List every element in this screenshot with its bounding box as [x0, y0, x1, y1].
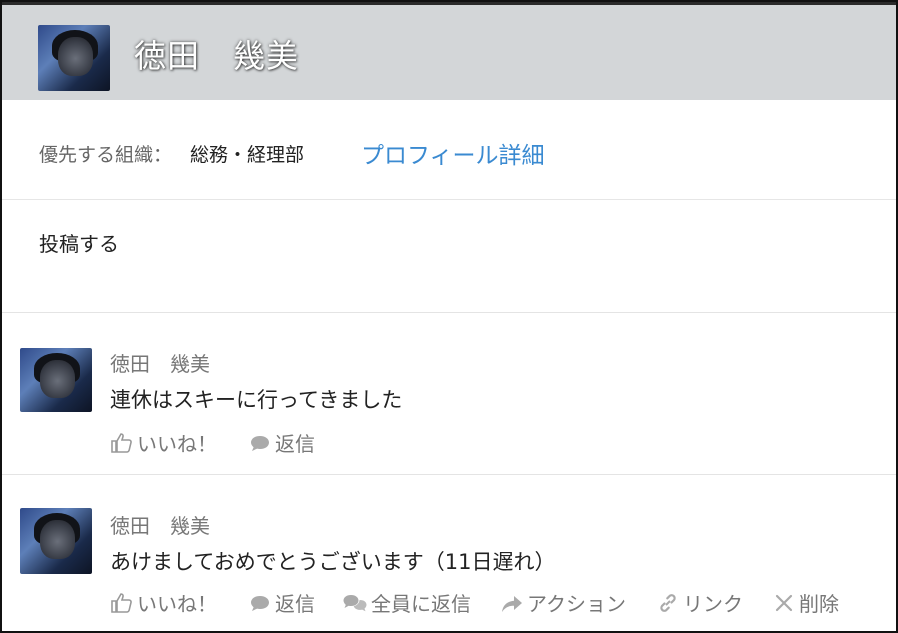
- feed-item: 徳田 幾美 連休はスキーに行ってきました いいね！ 返信: [2, 314, 896, 475]
- share-arrow-icon: [502, 595, 522, 612]
- thumbs-up-icon: [111, 592, 132, 613]
- like-button[interactable]: いいね！: [110, 588, 217, 617]
- reply-all-label: 全員に返信: [371, 592, 471, 616]
- like-button[interactable]: いいね！: [110, 428, 217, 457]
- chain-link-icon: [660, 593, 676, 612]
- reply-label: 返信: [275, 592, 315, 616]
- speech-bubble-icon: [251, 595, 269, 611]
- delete-button[interactable]: 削除: [772, 588, 839, 617]
- like-label: いいね！: [137, 432, 217, 456]
- author-avatar[interactable]: [20, 508, 92, 574]
- like-label: いいね！: [137, 592, 217, 616]
- profile-header: 徳田 幾美: [2, 2, 896, 100]
- profile-name: 徳田 幾美: [134, 37, 300, 75]
- org-label: 優先する組織：: [39, 144, 173, 166]
- reply-button[interactable]: 返信: [248, 588, 315, 617]
- profile-avatar[interactable]: [38, 25, 110, 91]
- speech-bubbles-icon: [343, 594, 367, 611]
- thumbs-up-icon: [111, 432, 132, 453]
- action-label: アクション: [527, 592, 626, 616]
- profile-page: 徳田 幾美 優先する組織： 総務・経理部 プロフィール詳細 投稿する 徳田 幾美…: [0, 0, 898, 633]
- organization-bar: 優先する組織： 総務・経理部 プロフィール詳細: [2, 100, 896, 200]
- action-button[interactable]: アクション: [500, 588, 626, 617]
- post-composer[interactable]: 投稿する: [2, 200, 896, 313]
- close-x-icon: [775, 594, 793, 611]
- reply-all-button[interactable]: 全員に返信: [342, 588, 471, 617]
- reply-label: 返信: [275, 432, 315, 456]
- feed-item: 徳田 幾美 あけましておめでとうございます（11日遅れ） いいね！ 返信 全員に…: [2, 476, 896, 631]
- post-message: 連休はスキーに行ってきました: [110, 388, 403, 412]
- delete-label: 削除: [799, 592, 839, 616]
- post-prompt[interactable]: 投稿する: [39, 228, 119, 257]
- reply-button[interactable]: 返信: [248, 428, 315, 457]
- author-name[interactable]: 徳田 幾美: [110, 348, 210, 377]
- post-message: あけましておめでとうございます（11日遅れ）: [110, 550, 556, 574]
- link-label: リンク: [683, 592, 743, 616]
- link-button[interactable]: リンク: [656, 588, 743, 617]
- author-name[interactable]: 徳田 幾美: [110, 510, 210, 539]
- org-value: 総務・経理部: [190, 144, 305, 166]
- author-avatar[interactable]: [20, 348, 92, 412]
- profile-detail-link[interactable]: プロフィール詳細: [361, 136, 545, 170]
- speech-bubble-icon: [251, 435, 269, 451]
